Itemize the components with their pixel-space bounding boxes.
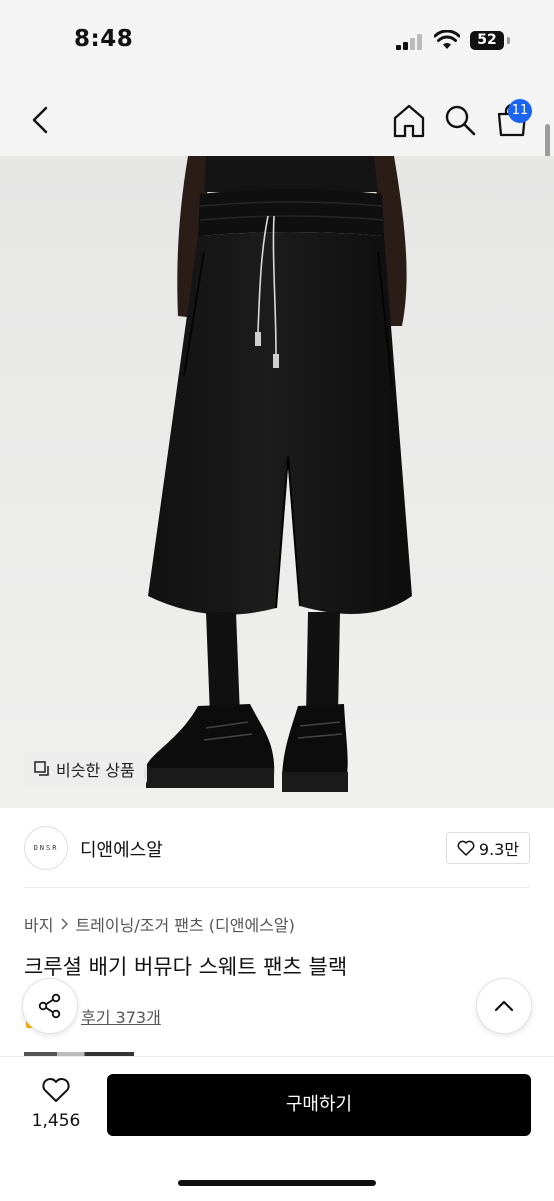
wishlist-count: 1,456 [31,1111,81,1131]
scroll-to-top-button[interactable] [476,978,532,1034]
brand-name[interactable]: 디앤에스알 [80,836,163,862]
breadcrumb-item-pants[interactable]: 바지 [24,912,53,936]
brand-row[interactable]: DNSR 디앤에스알 9.3만 [0,808,554,888]
search-icon[interactable] [442,102,478,138]
battery-cap [507,37,510,44]
cellular-signal-icon [396,34,426,50]
copy-squares-icon [34,761,49,776]
buy-button[interactable]: 구매하기 [107,1074,531,1136]
brand-like-count: 9.3만 [478,840,520,859]
battery-level-text: 52 [477,32,497,48]
status-bar: 8:48 52 [0,0,554,84]
heart-outline-icon [42,1078,70,1102]
product-image[interactable]: 비슷한 상품 [0,156,554,808]
heart-outline-icon [457,840,475,856]
chevron-right-icon [61,918,69,930]
status-time: 8:48 [74,26,134,52]
share-icon [38,993,61,1019]
similar-products-button[interactable]: 비슷한 상품 [24,752,147,786]
product-title: 크루셜 배기 버뮤다 스웨트 팬츠 블랙 [24,955,348,979]
breadcrumb-item-category[interactable]: 트레이닝/조거 팬츠 (디앤에스알) [75,912,294,936]
chevron-up-icon [494,1000,514,1012]
share-button[interactable] [22,978,78,1034]
cart-count-badge: 11 [508,99,532,123]
home-icon[interactable] [390,102,428,140]
product-photo-shorts [0,156,554,808]
similar-products-label: 비슷한 상품 [56,761,135,780]
home-indicator [178,1180,376,1186]
back-arrow-icon[interactable] [22,100,58,140]
battery-icon: 52 [470,31,504,50]
breadcrumb: 바지 트레이닝/조거 팬츠 (디앤에스알) [24,912,295,936]
wifi-icon [434,30,460,49]
divider [24,887,530,888]
top-navigation [0,84,554,156]
brand-logo[interactable]: DNSR [24,826,68,870]
review-count-link[interactable]: 후기 373개 [81,1004,161,1028]
brand-like-button[interactable]: 9.3만 [446,832,530,864]
wishlist-button[interactable]: 1,456 [24,1075,88,1139]
